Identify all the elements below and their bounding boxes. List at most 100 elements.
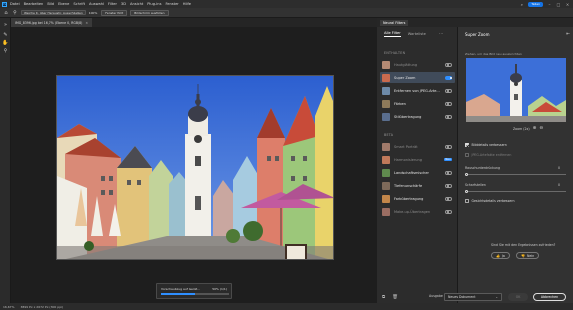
checkbox-enhance-details[interactable]: Bilddetails verbessern [465,143,507,147]
cancel-button[interactable]: Abbrechen [533,292,566,301]
status-bar: 16,67% 3899 Px x 2672 Px (300 ppi) [0,303,573,310]
filter-super-zoom[interactable]: Super Zoom [380,72,455,83]
noise-reduction-knob[interactable] [464,172,468,176]
noise-reduction-slider[interactable] [464,172,566,176]
filter-name: Entfernen von JPEG-Arte... [394,88,440,93]
menu-view[interactable]: Ansicht [130,2,143,6]
share-button[interactable]: Teilen [528,1,543,7]
preview-image [466,58,566,122]
close-tab-icon[interactable]: × [85,21,88,25]
progress-fill [161,293,195,295]
filter-toggle[interactable] [445,114,452,119]
filter-name: Harmonisierung [394,157,422,162]
filter-name: Make-up-Übertragen [394,209,431,214]
filter-name: Hautglättung [394,62,418,67]
filter-style-transfer[interactable]: Stilübertragung [380,111,455,122]
filter-toggle[interactable] [445,62,452,67]
filter-toggle[interactable] [445,88,452,93]
feedback-yes-button[interactable]: 👍 Ja [491,252,510,259]
filter-toggle[interactable] [445,183,452,188]
tab-all-filters[interactable]: Alle Filter [384,31,401,37]
status-zoom[interactable]: 16,67% [3,305,14,309]
checkbox-box[interactable] [465,199,469,203]
tool-option-field[interactable]: Weiche K. über Heraushr. Ausschließen [21,9,86,16]
panel-collapse-icon[interactable]: » [2,22,9,29]
ok-button[interactable]: OK [508,292,528,301]
filter-toggle[interactable] [445,144,452,149]
zoom-tool-icon[interactable]: ⚲ [12,10,18,16]
zoom-preview[interactable] [466,58,566,122]
layers-icon[interactable]: ⧉ [382,294,385,300]
filter-name: Smart Porträt [394,144,418,149]
filter-color-transfer[interactable]: Farbübertragung [380,193,455,204]
filter-toggle[interactable] [445,170,452,175]
search-icon[interactable]: ⌕ [519,2,524,7]
menu-window[interactable]: Fenster [165,2,178,6]
filter-skin-smoothing[interactable]: Hautglättung [380,59,455,70]
fit-screen-button[interactable]: Fenster füllt [101,9,128,16]
document-image[interactable] [56,75,334,260]
filter-jpeg-artifacts[interactable]: Entfernen von JPEG-Arte... [380,85,455,96]
status-doc-size: 3899 Px x 2672 Px (300 ppi) [20,304,64,309]
trash-icon[interactable]: 🗑 [392,295,398,300]
filter-toggle[interactable] [445,101,452,106]
menu-select[interactable]: Auswahl [89,2,104,6]
section-included: ENTHALTEN [384,51,406,55]
zoom-out-icon[interactable]: ⊖ [539,126,543,131]
menu-help[interactable]: Hilfe [183,2,191,6]
depth-blur-thumbnail-icon [382,181,390,190]
maximize-icon[interactable]: □ [556,2,561,7]
filter-toggle[interactable] [445,209,452,214]
filter-name: Tiefenunschärfe [394,183,423,188]
filter-harmonization[interactable]: Harmonisierung Neu [380,154,455,165]
menu-edit[interactable]: Bearbeiten [24,2,44,6]
feedback-no-button[interactable]: 👎 Nein [516,252,540,259]
neural-filters-tab[interactable]: Neural Filters [380,20,409,26]
output-select[interactable]: Neues Dokument ⌄ [444,292,502,301]
super-zoom-thumbnail-icon [382,73,390,82]
panel-toggle-icon[interactable]: ⇤ [566,32,570,37]
checkbox-box[interactable] [465,153,469,157]
checkbox-face-details[interactable]: Gesichtsdetails verbessern [465,199,515,203]
filter-toggle[interactable] [445,196,452,201]
hand-tool-icon[interactable]: ✋ [2,40,9,47]
menu-3d[interactable]: 3D [121,2,126,6]
checkbox-box[interactable] [465,143,469,147]
filter-toggle[interactable] [445,75,452,80]
filter-makeup-transfer[interactable]: Make-up-Übertragen [380,206,455,217]
menu-file[interactable]: Datei [10,2,20,6]
filter-list-panel: Alle Filter Warteliste ··· ENTHALTEN Hau… [377,27,458,303]
zoom-in-icon[interactable]: ⊕ [533,126,537,131]
close-window-icon[interactable]: × [565,2,570,7]
menu-plugins[interactable]: Plug-ins [147,2,161,6]
tab-waitlist[interactable]: Warteliste [408,32,426,36]
menu-bar: Ps Datei Bearbeiten Bild Ebene Schrift A… [0,0,573,8]
filter-depth-blur[interactable]: Tiefenunschärfe [380,180,455,191]
menu-type[interactable]: Schrift [73,2,85,6]
menu-filter[interactable]: Filter [108,2,117,6]
jpeg-thumbnail-icon [382,86,390,95]
filter-smart-portrait[interactable]: Smart Porträt [380,141,455,152]
fill-screen-button[interactable]: Bildschirm ausfüllen [130,9,169,16]
canvas-area[interactable]: Vorschaubzug auf Gerät... 50% (1/1) [11,27,377,303]
landscape-thumbnail-icon [382,168,390,177]
menu-image[interactable]: Bild [47,2,54,6]
document-tab[interactable]: IMG_8396.jpg bei 16,7% (Ebene 0, RGB/8) … [11,18,93,27]
checkbox-label: Gesichtsdetails verbessern [471,199,515,203]
checkbox-remove-jpeg[interactable]: JPEG-Artefakte entfernen [465,153,511,157]
filter-landscape-mixer[interactable]: Landschaftsmischer [380,167,455,178]
home-icon[interactable]: ⌂ [3,10,9,16]
menu-layer[interactable]: Ebene [58,2,69,6]
chevron-down-icon: ⌄ [495,294,498,299]
sharpen-knob[interactable] [464,189,468,193]
filter-name: Landschaftsmischer [394,170,429,175]
sharpen-slider[interactable] [464,189,566,193]
thumbs-down-icon: 👎 [521,253,525,258]
brush-tool-icon[interactable]: ✎ [2,32,9,39]
filter-colorize[interactable]: Färben [380,98,455,109]
zoom-tool-icon[interactable]: ⚲ [2,48,9,55]
more-options-icon[interactable]: ··· [439,31,443,36]
minimize-icon[interactable]: – [547,2,552,7]
dialog-footer: Ausgabe Neues Dokument ⌄ OK Abbrechen [429,291,573,303]
filter-name: Färben [394,101,406,106]
